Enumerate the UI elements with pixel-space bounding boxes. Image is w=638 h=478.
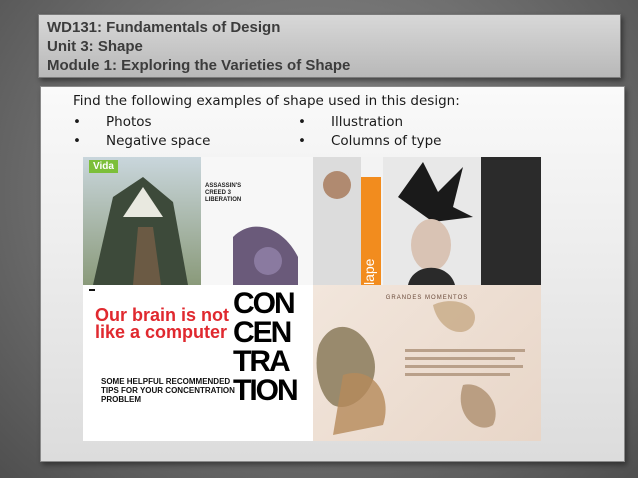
bullet-label: Illustration [331,114,404,130]
bullet-item: • Columns of type [298,133,513,149]
tips-heading: SOME HELPFUL RECOMMENDED TIPS FOR YOUR C… [101,377,235,404]
concentration-spread: Our brain is not like a computer SOME HE… [83,285,313,441]
instructions-text: Find the following examples of shape use… [73,93,460,109]
bullet-dot: • [298,133,306,149]
type-line: TRA [233,345,291,378]
fashion-spread: lape [313,157,541,285]
bullet-dot: • [298,114,306,130]
pull-quote: Our brain is not like a computer [95,305,230,342]
unit-title: Unit 3: Shape [47,38,143,55]
bullet-dot: • [73,114,81,130]
game-photo [83,157,313,285]
type-line: CON [233,287,296,320]
slide-title-bar: WD131: Fundamentals of Design Unit 3: Sh… [38,14,621,78]
article-title: ASSASSIN'S CREED 3 LIBERATION [205,183,242,203]
concentration-type: CON CEN TRA TION [233,287,313,407]
illustration [316,301,525,435]
design-collage-image: Vida ASSASSIN'S CREED 3 LIBERATION lape [83,157,541,441]
dark-text-column [481,157,541,285]
game-spread: Vida ASSASSIN'S CREED 3 LIBERATION [83,157,313,285]
course-title: WD131: Fundamentals of Design [47,19,281,36]
content-panel: Find the following examples of shape use… [40,86,625,462]
bullet-label: Photos [106,114,152,130]
bullet-label: Columns of type [331,133,442,149]
bullet-list: • Photos • Illustration • Negative space… [73,114,513,149]
illustration-spread: GRANDES MOMENTOS [313,285,541,441]
bullet-dot: • [73,133,81,149]
bullet-item: • Photos [73,114,298,130]
bullet-item: • Illustration [298,114,513,130]
vida-tag: Vida [89,160,118,173]
bullet-label: Negative space [106,133,211,149]
type-line: TION [233,374,299,407]
section-tag [89,289,95,291]
section-heading: GRANDES MOMENTOS [385,295,469,301]
slide: WD131: Fundamentals of Design Unit 3: Sh… [0,0,638,478]
bullet-item: • Negative space [73,133,298,149]
vertical-word: lape [361,258,377,285]
module-title: Module 1: Exploring the Varieties of Sha… [47,57,351,74]
type-line: CEN [233,316,292,349]
